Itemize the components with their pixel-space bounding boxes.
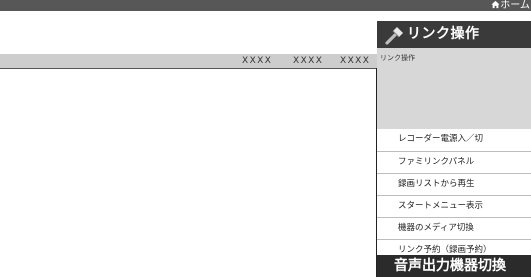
menu-item-play-from-list[interactable]: 録画リストから再生 [377,173,531,195]
menu-item-media-switch[interactable]: 機器のメディア切換 [377,217,531,239]
menu-item-recorder-power[interactable]: レコーダー電源入／切 [377,129,531,151]
panel-info-area: リンク操作 [377,48,531,135]
audio-output-switch-button[interactable]: 音声出力機器切換 [377,255,531,277]
breadcrumb-item[interactable]: XXXX [293,56,323,66]
breadcrumb-item[interactable]: XXXX [242,56,272,66]
panel-sub-label: リンク操作 [380,54,415,62]
panel-menu: レコーダー電源入／切 ファミリンクパネル 録画リストから再生 スタートメニュー表… [377,129,531,261]
menu-item-famlink-panel[interactable]: ファミリンクパネル [377,151,531,173]
wrench-icon [385,27,403,45]
menu-item-start-menu[interactable]: スタートメニュー表示 [377,195,531,217]
top-bar: ホーム [0,0,531,11]
home-label: ホーム [500,0,530,11]
link-operation-panel: リンク操作 リンク操作 レコーダー電源入／切 ファミリンクパネル 録画リストから… [377,21,531,277]
home-link[interactable]: ホーム [491,0,531,11]
home-icon [491,0,500,9]
panel-title: リンク操作 [407,26,480,42]
breadcrumb-item[interactable]: XXXX [340,56,370,66]
panel-header: リンク操作 [377,21,531,48]
